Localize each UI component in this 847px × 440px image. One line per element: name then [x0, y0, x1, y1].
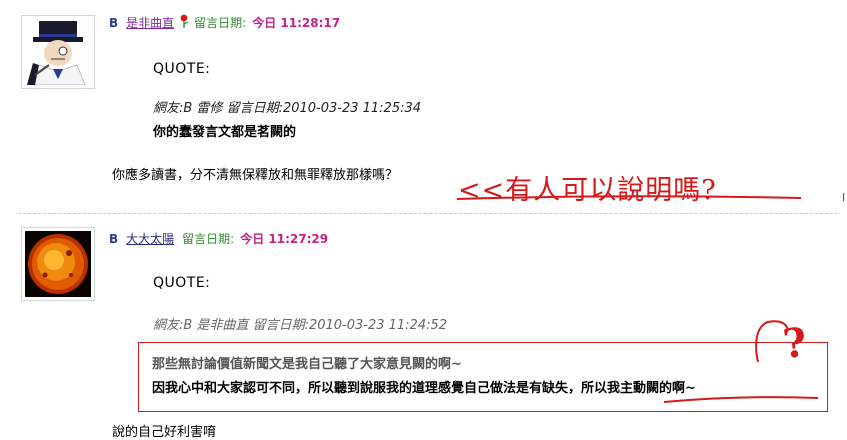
quote-label: QUOTE:	[153, 275, 211, 291]
quoted-text: 你的蠢發言文都是茗闕的	[153, 125, 297, 140]
avatar[interactable]	[21, 227, 95, 301]
post-time: 今日 11:28:17	[252, 16, 341, 30]
quoted-text-line-2: 因我心中和大家認可不同，所以聽到說服我的道理感覺自己做法是有缺失，所以我主動闕的…	[152, 381, 696, 396]
avatar-image-sun	[25, 231, 91, 297]
quoted-text-line-1: 那些無討論價值新聞文是我自己聽了大家意見闕的啊~	[152, 357, 462, 372]
annotation-underline	[456, 195, 802, 200]
quoted-author-meta: 網友:B 是非曲直 留言日期:2010-03-23 11:24:52	[153, 318, 448, 333]
username-link[interactable]: 大大太陽	[126, 230, 174, 247]
reply-text: 說的自己好利害唷	[112, 425, 217, 440]
date-label: 留言日期:	[182, 232, 235, 246]
quoted-author-meta: 網友:B 雷修 留言日期:2010-03-23 11:25:34	[153, 101, 422, 116]
quote-label: QUOTE:	[153, 61, 211, 77]
author-letter: B	[109, 15, 119, 30]
author-letter: B	[109, 231, 119, 246]
side-marker: I	[842, 191, 846, 204]
post-time: 今日 11:27:29	[240, 232, 329, 246]
avatar[interactable]	[21, 15, 95, 89]
handwritten-bracket-mark	[755, 320, 789, 363]
rose-icon	[178, 14, 190, 31]
post-header: B 是非曲直 留言日期: 今日 11:28:17	[109, 14, 340, 31]
reply-text: 你應多讀書，分不清無保釋放和無罪釋放那樣嗎？	[112, 168, 399, 183]
post-divider	[18, 213, 838, 214]
username-link[interactable]: 是非曲直	[126, 14, 174, 31]
avatar-image-kid	[25, 19, 91, 85]
post-header: B 大大太陽 留言日期: 今日 11:27:29	[109, 230, 328, 247]
date-label: 留言日期:	[194, 16, 247, 30]
annotation-underline	[663, 396, 819, 403]
